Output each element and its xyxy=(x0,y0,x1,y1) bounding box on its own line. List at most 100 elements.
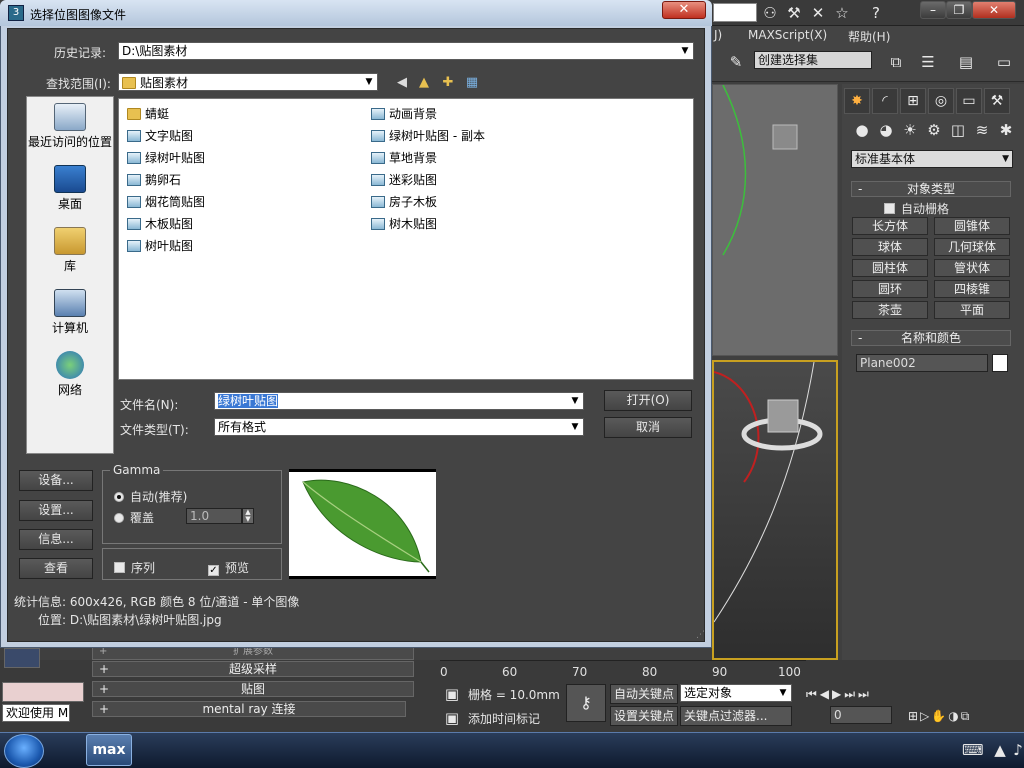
viewport-nav-icon[interactable]: ⊞▷✋◑⧉ xyxy=(908,706,1020,726)
helpers-icon[interactable]: ◫ xyxy=(948,120,968,140)
minimize-button[interactable]: – xyxy=(920,1,946,19)
primitive-torus-button[interactable]: 圆环 xyxy=(852,280,928,298)
viewport-top[interactable] xyxy=(712,84,838,356)
start-button[interactable] xyxy=(4,734,44,768)
geometry-icon[interactable]: ● xyxy=(852,120,872,140)
tools-icon[interactable]: ⚒ xyxy=(784,3,804,23)
menu-item-help[interactable]: 帮助(H) xyxy=(848,28,890,45)
gamma-override-radio[interactable]: 覆盖 xyxy=(114,509,154,526)
add-time-tag[interactable]: 添加时间标记 xyxy=(468,710,540,727)
gamma-auto-radio[interactable]: 自动(推荐) xyxy=(114,488,187,505)
time-tag-icon[interactable]: ▣ xyxy=(442,708,462,728)
list-item[interactable]: 动画背景 xyxy=(371,105,437,123)
keyboard-icon[interactable]: ⌨ xyxy=(962,740,984,760)
list-item[interactable]: 树叶贴图 xyxy=(127,237,193,255)
info-button[interactable]: 信息... xyxy=(19,529,93,550)
primitive-sphere-button[interactable]: 球体 xyxy=(852,238,928,256)
list-item[interactable]: 迷彩贴图 xyxy=(371,171,437,189)
exchange-icon[interactable]: ✕ xyxy=(808,3,828,23)
lock-icon[interactable]: ▣ xyxy=(442,684,462,704)
list-item[interactable]: 房子木板 xyxy=(371,193,437,211)
utilities-tab-icon[interactable]: ⚒ xyxy=(984,88,1010,114)
primitive-teapot-button[interactable]: 茶壶 xyxy=(852,301,928,319)
abc-icon[interactable]: ✎ xyxy=(726,52,746,72)
filetype-dropdown[interactable]: 所有格式 ▼ xyxy=(214,418,584,436)
taskbar-app-button[interactable]: max xyxy=(86,734,132,766)
app-close-button[interactable]: ✕ xyxy=(972,1,1016,19)
cameras-icon[interactable]: ⚙ xyxy=(924,120,944,140)
current-frame-field[interactable]: 0 xyxy=(830,706,892,724)
new-folder-icon[interactable]: ✚ xyxy=(440,75,456,91)
object-type-rollout[interactable]: - 对象类型 xyxy=(851,181,1011,197)
viewport-perspective[interactable] xyxy=(712,360,838,660)
set-key-button[interactable]: 设置关键点 xyxy=(610,706,679,726)
primitive-pyramid-button[interactable]: 四棱锥 xyxy=(934,280,1010,298)
time-ruler[interactable]: 0 60 70 80 90 100 xyxy=(440,660,806,680)
key-selection-dropdown[interactable]: 选定对象 ▼ xyxy=(680,684,792,702)
viewport-layout-icon[interactable] xyxy=(4,648,40,668)
list-item[interactable]: 蜻蜓 xyxy=(127,105,169,123)
setup-button[interactable]: 设备... xyxy=(19,470,93,491)
view-menu-icon[interactable]: ▦ xyxy=(464,75,480,91)
spacewarps-icon[interactable]: ≋ xyxy=(972,120,992,140)
resize-grip-icon[interactable]: ⋰ xyxy=(696,630,706,640)
place-computer[interactable]: 计算机 xyxy=(27,289,113,336)
open-button[interactable]: 打开(O) xyxy=(604,390,692,411)
list-item[interactable]: 木板贴图 xyxy=(127,215,193,233)
help-icon[interactable]: ? xyxy=(866,3,886,23)
object-name-field[interactable]: Plane002 xyxy=(856,354,988,372)
menu-item-maxscript[interactable]: MAXScript(X) xyxy=(748,28,827,42)
filename-input[interactable]: 绿树叶贴图 ▼ xyxy=(214,392,584,410)
search-box[interactable] xyxy=(713,3,757,22)
key-icon[interactable]: ⚷ xyxy=(566,684,606,722)
binoculars-icon[interactable]: ⚇ xyxy=(760,3,780,23)
primitive-geosphere-button[interactable]: 几何球体 xyxy=(934,238,1010,256)
shapes-icon[interactable]: ◕ xyxy=(876,120,896,140)
place-libraries[interactable]: 库 xyxy=(27,227,113,274)
gamma-override-value[interactable]: 1.0 xyxy=(186,508,242,524)
autogrid-checkbox[interactable]: 自动栅格 xyxy=(884,200,949,217)
lookin-dropdown[interactable]: 贴图素材 ▼ xyxy=(118,73,378,91)
motion-tab-icon[interactable]: ◎ xyxy=(928,88,954,114)
layer-icon[interactable]: ▤ xyxy=(956,52,976,72)
list-item[interactable]: 树木贴图 xyxy=(371,215,437,233)
mirror-icon[interactable]: ⧉ xyxy=(886,52,906,72)
star-icon[interactable]: ☆ xyxy=(832,3,852,23)
spinner-icon[interactable]: ▲ ▼ xyxy=(242,508,254,524)
place-recent[interactable]: 最近访问的位置 xyxy=(27,103,113,150)
tray-expand-icon[interactable]: ▲ xyxy=(990,740,1010,760)
object-color-swatch[interactable] xyxy=(992,354,1008,372)
list-item[interactable]: 文字贴图 xyxy=(127,127,193,145)
up-folder-icon[interactable]: ▲ xyxy=(416,75,432,91)
create-tab-icon[interactable]: ✸ xyxy=(844,88,870,114)
primitive-cylinder-button[interactable]: 圆柱体 xyxy=(852,259,928,277)
rollout-mentalray[interactable]: + mental ray 连接 xyxy=(92,701,406,717)
primitive-plane-button[interactable]: 平面 xyxy=(934,301,1010,319)
cancel-button[interactable]: 取消 xyxy=(604,417,692,438)
playback-controls-icon[interactable]: ⏮◀▶⏭⏭ xyxy=(806,684,906,704)
selection-set-dropdown[interactable]: 创建选择集 xyxy=(754,51,872,69)
place-desktop[interactable]: 桌面 xyxy=(27,165,113,212)
lights-icon[interactable]: ☀ xyxy=(900,120,920,140)
list-item[interactable]: 草地背景 xyxy=(371,149,437,167)
hierarchy-tab-icon[interactable]: ⊞ xyxy=(900,88,926,114)
modify-tab-icon[interactable]: ◜ xyxy=(872,88,898,114)
name-color-rollout[interactable]: - 名称和颜色 xyxy=(851,330,1011,346)
rollout-supersampling[interactable]: + 超级采样 xyxy=(92,661,414,677)
maxscript-listener[interactable] xyxy=(2,682,84,702)
menu-item[interactable]: J) xyxy=(714,28,722,42)
primitive-cone-button[interactable]: 圆锥体 xyxy=(934,217,1010,235)
history-dropdown[interactable]: D:\贴图素材 ▼ xyxy=(118,42,694,60)
list-item[interactable]: 烟花筒贴图 xyxy=(127,193,205,211)
sequence-checkbox[interactable]: 序列 xyxy=(114,559,155,576)
list-item[interactable]: 绿树叶贴图 xyxy=(127,149,205,167)
volume-icon[interactable]: ♪ xyxy=(1008,740,1024,760)
view-button[interactable]: 查看 xyxy=(19,558,93,579)
primitive-tube-button[interactable]: 管状体 xyxy=(934,259,1010,277)
maximize-button[interactable]: ❐ xyxy=(946,1,972,19)
auto-key-button[interactable]: 自动关键点 xyxy=(610,684,679,704)
primitive-type-dropdown[interactable]: 标准基本体 ▼ xyxy=(851,150,1013,168)
list-item[interactable]: 绿树叶贴图 - 副本 xyxy=(371,127,485,145)
file-list[interactable]: 蜻蜓 文字贴图 绿树叶贴图 鹅卵石 烟花筒贴图 木板贴图 树叶贴图 动画背景 绿… xyxy=(118,98,694,380)
place-network[interactable]: 网络 xyxy=(27,351,113,398)
